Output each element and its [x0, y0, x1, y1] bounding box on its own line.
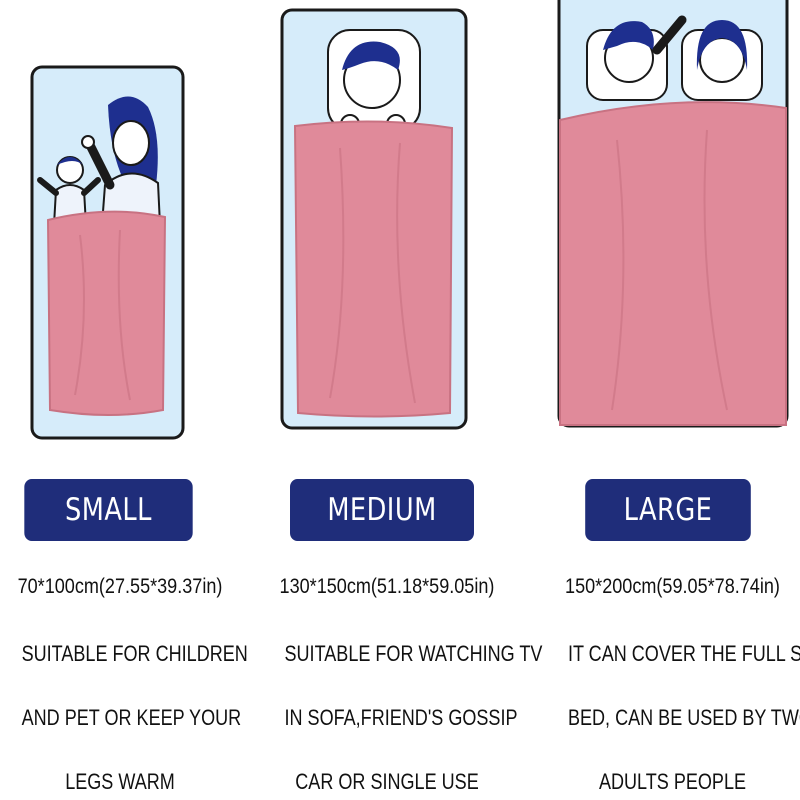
mother-child-illustration	[30, 65, 185, 440]
product-column-medium: MEDIUM 130*150cm(51.18*59.05in) SUITABLE…	[262, 0, 543, 800]
size-badge-medium: MEDIUM	[290, 479, 474, 541]
description-line-3-small: LEGS WARM	[65, 769, 175, 794]
size-badge-small: SMALL	[24, 479, 193, 541]
description-line-1-medium: SUITABLE FOR WATCHING TV	[284, 641, 543, 666]
size-badge-large: LARGE	[585, 479, 751, 541]
description-line-2-small: AND PET OR KEEP YOUR	[21, 705, 242, 730]
size-dimensions-large: 150*200cm(59.05*78.74in)	[565, 575, 780, 598]
product-column-large: LARGE 150*200cm(59.05*78.74in) IT CAN CO…	[545, 0, 800, 800]
description-line-2-large: BED, CAN BE USED BY TWO	[567, 705, 800, 730]
product-column-small: SMALL 70*100cm(27.55*39.37in) SUITABLE F…	[0, 0, 248, 800]
description-line-2-medium: IN SOFA,FRIEND'S GOSSIP	[284, 705, 518, 730]
size-dimensions-small: 70*100cm(27.55*39.37in)	[17, 575, 223, 598]
description-line-1-small: SUITABLE FOR CHILDREN	[21, 641, 248, 666]
size-dimensions-medium: 130*150cm(51.18*59.05in)	[279, 575, 495, 598]
couple-illustration	[557, 0, 789, 428]
single-person-illustration	[280, 8, 468, 430]
description-line-1-large: IT CAN COVER THE FULL SIZE	[567, 641, 800, 666]
description-line-3-large: ADULTS PEOPLE	[598, 769, 747, 794]
description-line-3-medium: CAR OR SINGLE USE	[295, 769, 479, 794]
